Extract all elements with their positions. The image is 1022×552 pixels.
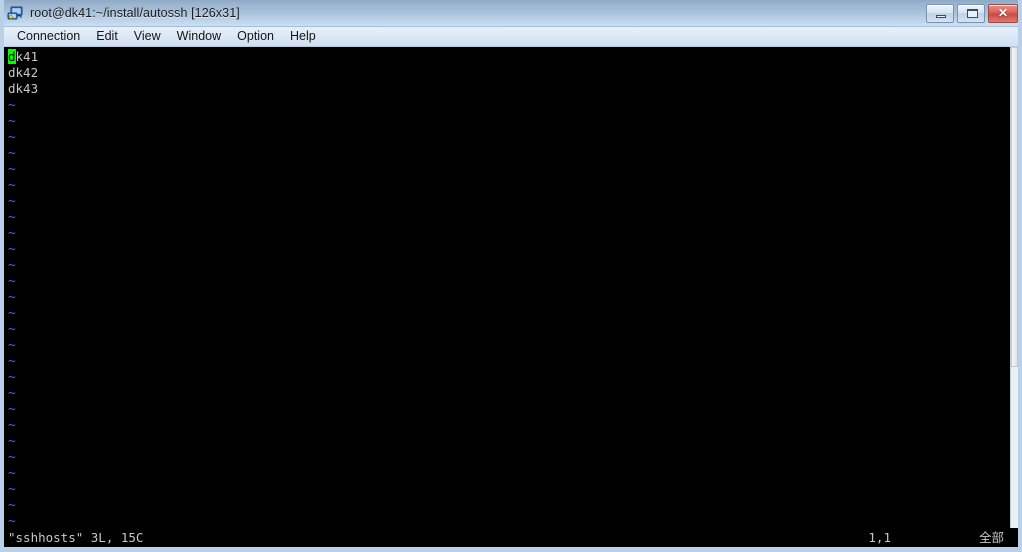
maximize-icon bbox=[967, 8, 978, 18]
minimize-icon bbox=[936, 14, 946, 18]
terminal-empty-line-marker: ~ bbox=[8, 401, 16, 416]
terminal-empty-line-marker: ~ bbox=[8, 161, 16, 176]
terminal-empty-line-marker: ~ bbox=[8, 97, 16, 112]
terminal-screen[interactable]: dk41 dk42 dk43 ~ ~ ~ ~ ~ ~ ~ ~ ~ ~ ~ ~ ~ ~ ~ ~ ~ ~ ~ ~ ~ ~ ~ ~ ~ ~ ~ bbox=[4, 47, 1010, 546]
menu-item-edit[interactable]: Edit bbox=[88, 27, 126, 46]
terminal-window: root@dk41:~/install/autossh [126x31] ✕ C… bbox=[0, 0, 1022, 552]
terminal-empty-line-marker: ~ bbox=[8, 449, 16, 464]
status-cursor-position: 1,1 bbox=[868, 530, 891, 545]
terminal-line: dk43 bbox=[8, 81, 39, 96]
terminal-computer-icon bbox=[7, 5, 24, 22]
terminal-empty-line-marker: ~ bbox=[8, 305, 16, 320]
terminal-empty-line-marker: ~ bbox=[8, 353, 16, 368]
terminal-empty-line-marker: ~ bbox=[8, 113, 16, 128]
terminal-empty-line-marker: ~ bbox=[8, 241, 16, 256]
status-file-info: "sshhosts" 3L, 15C bbox=[8, 530, 144, 545]
window-title: root@dk41:~/install/autossh [126x31] bbox=[30, 6, 240, 20]
terminal-empty-line-marker: ~ bbox=[8, 193, 16, 208]
terminal-empty-line-marker: ~ bbox=[8, 289, 16, 304]
terminal-empty-line-marker: ~ bbox=[8, 177, 16, 192]
terminal-empty-line-marker: ~ bbox=[8, 337, 16, 352]
menu-item-help[interactable]: Help bbox=[282, 27, 324, 46]
menu-bar: Connection Edit View Window Option Help bbox=[4, 27, 1018, 47]
terminal-area: dk41 dk42 dk43 ~ ~ ~ ~ ~ ~ ~ ~ ~ ~ ~ ~ ~ ~ ~ ~ ~ ~ ~ ~ ~ ~ ~ ~ ~ ~ ~ bbox=[4, 47, 1018, 546]
terminal-line: dk42 bbox=[8, 65, 39, 80]
terminal-empty-line-marker: ~ bbox=[8, 257, 16, 272]
terminal-empty-line-marker: ~ bbox=[8, 225, 16, 240]
menu-item-window[interactable]: Window bbox=[169, 27, 229, 46]
terminal-empty-line-marker: ~ bbox=[8, 513, 16, 528]
maximize-button[interactable] bbox=[957, 3, 985, 23]
terminal-empty-line-marker: ~ bbox=[8, 385, 16, 400]
terminal-empty-line-marker: ~ bbox=[8, 145, 16, 160]
status-scroll-scope: 全部 bbox=[978, 530, 1004, 545]
terminal-empty-line-marker: ~ bbox=[8, 497, 16, 512]
terminal-empty-line-marker: ~ bbox=[8, 433, 16, 448]
window-controls: ✕ bbox=[923, 3, 1018, 23]
title-bar: root@dk41:~/install/autossh [126x31] ✕ bbox=[4, 0, 1018, 27]
terminal-scrollbar[interactable] bbox=[1010, 47, 1018, 546]
terminal-line: dk41 bbox=[8, 49, 39, 64]
terminal-empty-line-marker: ~ bbox=[8, 481, 16, 496]
minimize-button[interactable] bbox=[926, 3, 954, 23]
terminal-empty-line-marker: ~ bbox=[8, 369, 16, 384]
terminal-empty-line-marker: ~ bbox=[8, 209, 16, 224]
terminal-cursor: d bbox=[8, 49, 16, 64]
terminal-empty-line-marker: ~ bbox=[8, 129, 16, 144]
terminal-empty-line-marker: ~ bbox=[8, 465, 16, 480]
close-icon: ✕ bbox=[997, 5, 1009, 20]
menu-item-connection[interactable]: Connection bbox=[9, 27, 88, 46]
terminal-empty-line-marker: ~ bbox=[8, 417, 16, 432]
menu-item-view[interactable]: View bbox=[126, 27, 169, 46]
close-button[interactable]: ✕ bbox=[988, 3, 1018, 23]
scrollbar-thumb[interactable] bbox=[1011, 47, 1018, 367]
menu-item-option[interactable]: Option bbox=[229, 27, 282, 46]
vim-status-line: "sshhosts" 3L, 15C 1,1 全部 bbox=[4, 528, 1018, 547]
terminal-empty-line-marker: ~ bbox=[8, 321, 16, 336]
terminal-empty-line-marker: ~ bbox=[8, 273, 16, 288]
